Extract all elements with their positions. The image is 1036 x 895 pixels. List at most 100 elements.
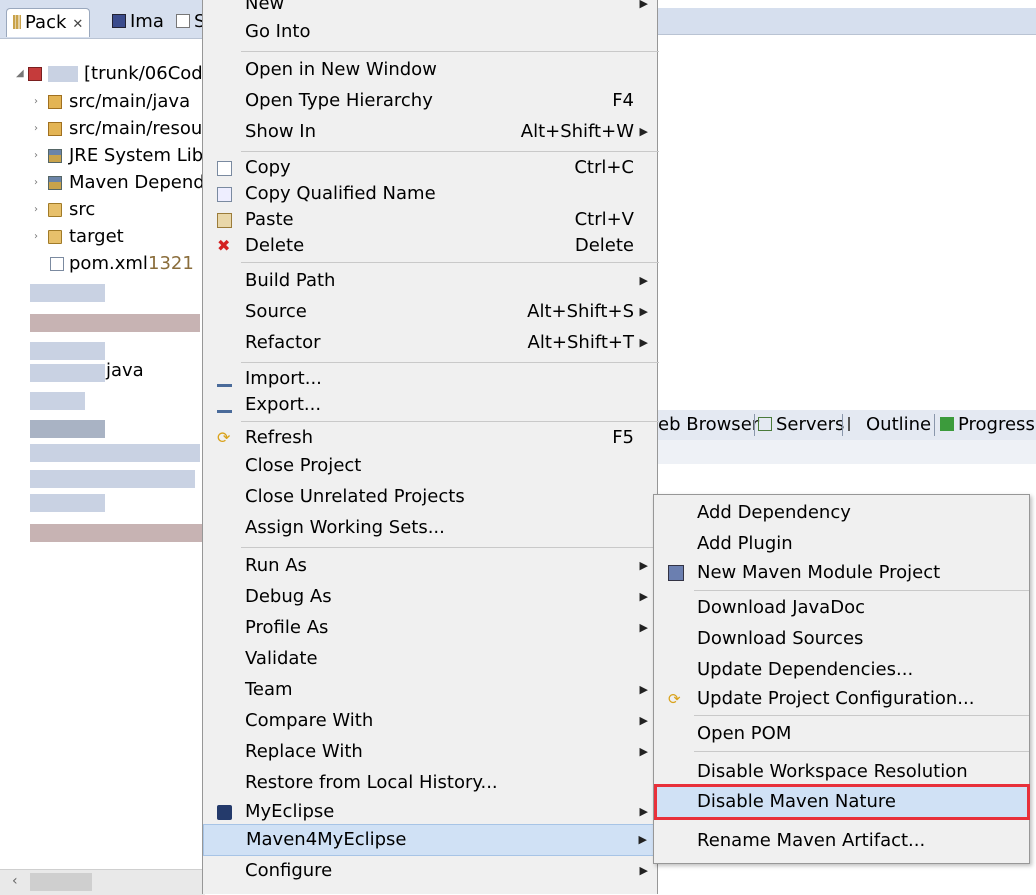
editor-tab-bar xyxy=(658,8,1036,35)
menu-item-replace-with[interactable]: Replace With ▶ xyxy=(203,738,658,766)
menu-separator xyxy=(241,151,659,152)
menu-item-validate[interactable]: Validate xyxy=(203,645,658,673)
submenu-arrow-icon: ▶ xyxy=(639,125,648,138)
submenu-arrow-icon: ▶ xyxy=(639,621,648,634)
submenu-item-download-javadoc[interactable]: Download JavaDoc xyxy=(654,594,1029,622)
menu-separator xyxy=(694,715,1029,716)
tab-label: Pack xyxy=(25,12,67,33)
view-toolbar xyxy=(658,440,1036,464)
submenu-item-rename-maven-artifact[interactable]: Rename Maven Artifact... xyxy=(654,827,1029,855)
menu-item-refresh[interactable]: ⟳ Refresh F5 xyxy=(203,424,658,452)
close-icon[interactable]: ✕ xyxy=(72,17,83,32)
menu-item-open-type-hierarchy[interactable]: Open Type Hierarchy F4 xyxy=(203,87,658,115)
menu-item-build-path[interactable]: Build Path ▶ xyxy=(203,267,658,295)
collapsed-arrow-icon[interactable]: › xyxy=(34,142,38,169)
outline-icon xyxy=(848,417,862,431)
revision-label: 1321 xyxy=(148,253,194,274)
submenu-item-new-maven-module[interactable]: New Maven Module Project xyxy=(654,559,1029,587)
menu-item-restore-local-history[interactable]: Restore from Local History... xyxy=(203,769,658,797)
expanded-arrow-icon[interactable]: ◢ xyxy=(16,60,24,87)
submenu-arrow-icon: ▶ xyxy=(639,0,648,10)
menu-item-export[interactable]: Export... xyxy=(203,391,658,419)
update-configuration-icon: ⟳ xyxy=(668,690,681,708)
submenu-arrow-icon: ▶ xyxy=(639,805,648,818)
menu-item-myeclipse[interactable]: MyEclipse ▶ xyxy=(203,798,658,826)
tab-outline[interactable]: Outline xyxy=(848,412,931,438)
source-folder-icon xyxy=(48,122,62,136)
package-explorer-icon xyxy=(13,15,21,29)
submenu-item-update-project-configuration[interactable]: ⟳ Update Project Configuration... xyxy=(654,685,1029,713)
collapsed-arrow-icon[interactable]: › xyxy=(34,88,38,115)
menu-item-configure[interactable]: Configure ▶ xyxy=(203,857,658,885)
submenu-item-add-dependency[interactable]: Add Dependency xyxy=(654,499,1029,527)
menu-item-run-as[interactable]: Run As ▶ xyxy=(203,552,658,580)
collapsed-arrow-icon[interactable]: › xyxy=(34,196,38,223)
submenu-arrow-icon: ▶ xyxy=(639,274,648,287)
scrollbar-thumb[interactable] xyxy=(30,873,92,891)
left-tab-bar: Pack ✕ Ima S xyxy=(0,0,205,39)
tree-label: target xyxy=(69,226,124,247)
menu-item-source[interactable]: Source Alt+Shift+S ▶ xyxy=(203,298,658,326)
submenu-arrow-icon: ▶ xyxy=(639,305,648,318)
menu-item-refactor[interactable]: Refactor Alt+Shift+T ▶ xyxy=(203,329,658,357)
tab-servers[interactable]: Servers xyxy=(758,412,844,438)
progress-icon xyxy=(940,417,954,431)
image-icon xyxy=(112,14,126,28)
tree-item-project[interactable]: ◢ [trunk/06Cod xyxy=(0,60,205,87)
menu-item-show-in[interactable]: Show In Alt+Shift+W ▶ xyxy=(203,118,658,146)
myeclipse-icon xyxy=(217,805,232,820)
menu-item-close-unrelated-projects[interactable]: Close Unrelated Projects xyxy=(203,483,658,511)
refresh-icon: ⟳ xyxy=(217,428,231,447)
context-menu: New ▶ Go Into Open in New Window Open Ty… xyxy=(202,0,659,894)
maven-project-icon xyxy=(28,67,42,81)
folder-icon xyxy=(48,230,62,244)
source-folder-icon xyxy=(48,95,62,109)
menu-item-debug-as[interactable]: Debug As ▶ xyxy=(203,583,658,611)
tab-image[interactable]: Ima xyxy=(112,8,164,36)
submenu-item-update-dependencies[interactable]: Update Dependencies... xyxy=(654,656,1029,684)
menu-item-paste[interactable]: Paste Ctrl+V xyxy=(203,206,658,234)
menu-item-delete[interactable]: ✖ Delete Delete xyxy=(203,232,658,260)
copy-icon xyxy=(217,161,232,176)
menu-item-new[interactable]: New ▶ xyxy=(203,0,658,18)
menu-item-go-into[interactable]: Go Into xyxy=(203,18,658,46)
submenu-item-open-pom[interactable]: Open POM xyxy=(654,720,1029,748)
menu-item-assign-working-sets[interactable]: Assign Working Sets... xyxy=(203,514,658,542)
menu-item-import[interactable]: Import... xyxy=(203,365,658,393)
bottom-view-tabs: eb Browser Servers Outline Progress xyxy=(658,410,1036,441)
menu-separator xyxy=(241,421,659,422)
import-icon xyxy=(217,372,232,387)
red-highlight-annotation xyxy=(654,784,1030,820)
servers-icon xyxy=(758,417,772,431)
menu-item-profile-as[interactable]: Profile As ▶ xyxy=(203,614,658,642)
tab-web-browser[interactable]: eb Browser xyxy=(658,412,759,438)
submenu-item-add-plugin[interactable]: Add Plugin xyxy=(654,530,1029,558)
collapsed-arrow-icon[interactable]: › xyxy=(34,223,38,250)
xml-file-icon xyxy=(50,257,64,271)
scroll-left-icon[interactable]: ‹ xyxy=(12,873,18,889)
menu-item-team[interactable]: Team ▶ xyxy=(203,676,658,704)
collapsed-arrow-icon[interactable]: › xyxy=(34,169,38,196)
tab-package-explorer[interactable]: Pack ✕ xyxy=(6,8,91,37)
submenu-arrow-icon: ▶ xyxy=(639,864,648,877)
submenu-item-download-sources[interactable]: Download Sources xyxy=(654,625,1029,653)
menu-item-compare-with[interactable]: Compare With ▶ xyxy=(203,707,658,735)
folder-icon xyxy=(48,203,62,217)
menu-item-copy-qualified-name[interactable]: Copy Qualified Name xyxy=(203,180,658,208)
submenu-arrow-icon: ▶ xyxy=(639,336,648,349)
menu-item-copy[interactable]: Copy Ctrl+C xyxy=(203,154,658,182)
tab-progress[interactable]: Progress xyxy=(940,412,1035,438)
submenu-item-disable-workspace-resolution[interactable]: Disable Workspace Resolution xyxy=(654,758,1029,786)
tab-label: Ima xyxy=(130,11,164,32)
library-icon xyxy=(48,149,62,163)
collapsed-arrow-icon[interactable]: › xyxy=(34,115,38,142)
menu-item-close-project[interactable]: Close Project xyxy=(203,452,658,480)
copy-qualified-name-icon xyxy=(217,187,232,202)
tree-label: src/main/resou xyxy=(69,118,203,139)
menu-item-open-new-window[interactable]: Open in New Window xyxy=(203,56,658,84)
tab-icon xyxy=(176,14,190,28)
tree-label: pom.xml xyxy=(69,253,148,274)
submenu-arrow-icon: ▶ xyxy=(639,559,648,572)
menu-separator xyxy=(241,51,659,52)
menu-item-maven4myeclipse[interactable]: Maven4MyEclipse ▶ xyxy=(203,824,658,856)
